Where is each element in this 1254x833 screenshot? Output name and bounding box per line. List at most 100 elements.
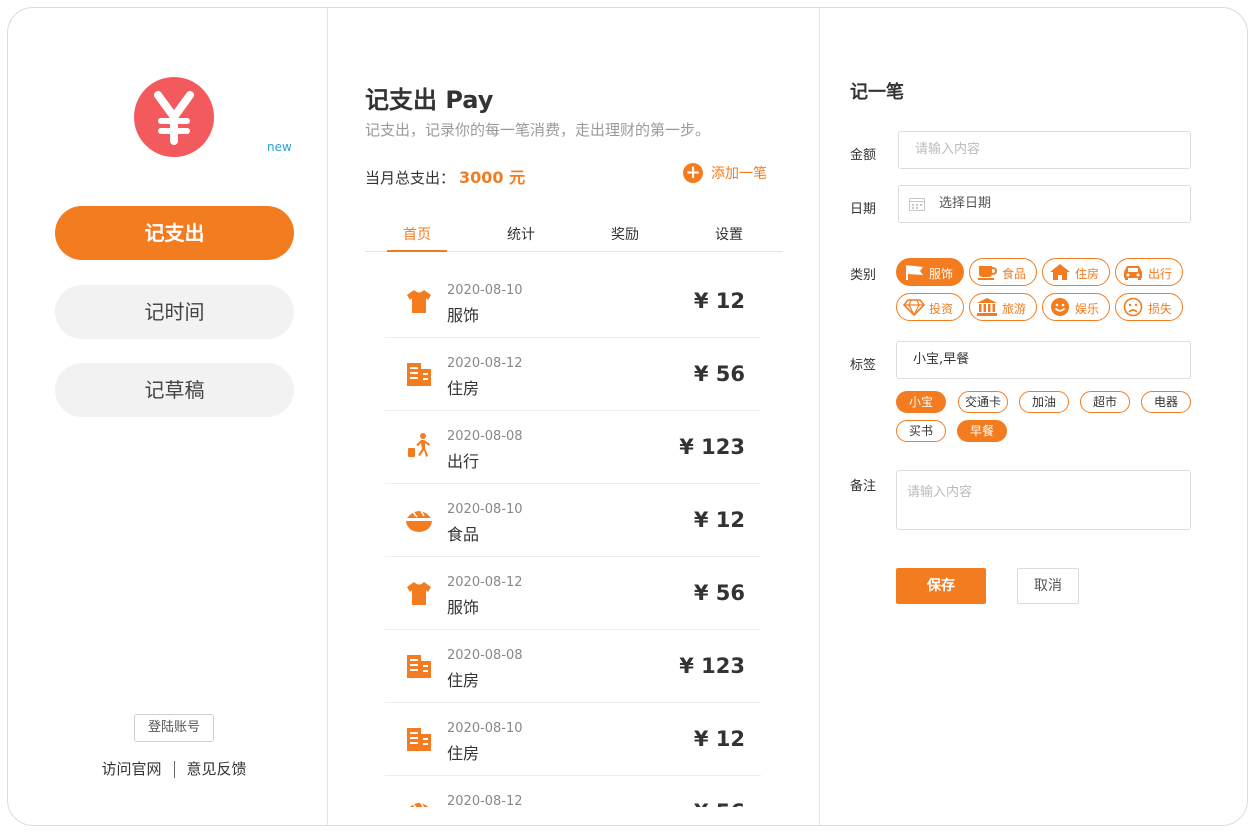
record-category: 住房 bbox=[447, 379, 480, 398]
record-row[interactable]: 2020-08-12 住房 ¥ 56 bbox=[385, 338, 761, 411]
record-row[interactable]: 2020-08-10 食品 ¥ 12 bbox=[385, 484, 761, 557]
add-record-label: 添加一笔 bbox=[711, 166, 767, 182]
page-title: 记支出 Pay bbox=[365, 86, 494, 114]
record-date: 2020-08-12 bbox=[447, 794, 523, 807]
record-category: 服饰 bbox=[447, 598, 480, 617]
diamond-icon bbox=[902, 297, 926, 317]
record-amount: ¥ 56 bbox=[693, 362, 745, 386]
tag-chip[interactable]: 电器 bbox=[1141, 391, 1191, 413]
note-textarea[interactable]: 请输入内容 bbox=[896, 470, 1191, 530]
category-chip-label: 娱乐 bbox=[1075, 302, 1100, 316]
feedback-link[interactable]: 意见反馈 bbox=[187, 760, 247, 778]
home-icon bbox=[1049, 262, 1071, 282]
main-tabs: 首页 统计 奖励 设置 bbox=[365, 222, 783, 252]
record-row[interactable]: 2020-08-08 出行 ¥ 123 bbox=[385, 411, 761, 484]
save-button[interactable]: 保存 bbox=[896, 568, 986, 604]
bank-icon bbox=[976, 297, 998, 317]
nav-record-time[interactable]: 记时间 bbox=[55, 285, 294, 339]
cup-icon bbox=[976, 262, 998, 282]
record-amount: ¥ 123 bbox=[679, 654, 745, 678]
record-amount: ¥ 56 bbox=[694, 800, 745, 807]
bowl-icon bbox=[403, 504, 435, 536]
category-chip[interactable]: 住房 bbox=[1042, 258, 1110, 286]
record-amount: ¥ 12 bbox=[693, 727, 745, 751]
building-icon bbox=[403, 358, 435, 390]
tab-home[interactable]: 首页 bbox=[365, 222, 469, 252]
record-amount: ¥ 123 bbox=[679, 435, 745, 459]
flag-icon bbox=[903, 262, 925, 282]
add-record-button[interactable]: + 添加一笔 bbox=[683, 163, 767, 183]
record-category: 住房 bbox=[447, 671, 480, 690]
month-total: 当月总支出： 3000 元 bbox=[365, 164, 525, 188]
walker-icon bbox=[403, 431, 435, 463]
category-chip-label: 出行 bbox=[1148, 267, 1173, 281]
record-date: 2020-08-08 bbox=[447, 429, 523, 444]
new-badge: new bbox=[267, 140, 292, 154]
calendar-icon bbox=[909, 198, 925, 211]
record-category: 住房 bbox=[447, 744, 480, 763]
amount-input[interactable]: 请输入内容 bbox=[898, 131, 1191, 169]
category-chip-label: 旅游 bbox=[1002, 302, 1027, 316]
page-subtitle: 记支出，记录你的每一笔消费，走出理财的第一步。 bbox=[365, 121, 711, 139]
note-label: 备注 bbox=[850, 479, 877, 494]
shirt-icon bbox=[403, 577, 435, 609]
tag-chip[interactable]: 交通卡 bbox=[958, 391, 1008, 413]
category-chip[interactable]: 出行 bbox=[1115, 258, 1183, 286]
record-row[interactable]: 2020-08-12 ¥ 56 bbox=[385, 776, 761, 807]
record-date: 2020-08-10 bbox=[447, 502, 523, 517]
category-chip-label: 食品 bbox=[1002, 267, 1027, 281]
tag-label: 标签 bbox=[850, 358, 877, 373]
record-date: 2020-08-12 bbox=[447, 356, 523, 371]
link-divider bbox=[173, 761, 175, 778]
date-label: 日期 bbox=[850, 202, 877, 217]
record-row[interactable]: 2020-08-12 服饰 ¥ 56 bbox=[385, 557, 761, 630]
building-icon bbox=[403, 650, 435, 682]
shirt-icon bbox=[403, 285, 435, 317]
record-form: 记一笔 金额 请输入内容 日期 选择日期 类别 服饰 食品 住房 出行 投资 旅游 娱乐 损失… bbox=[820, 8, 1247, 825]
record-date: 2020-08-12 bbox=[447, 575, 523, 590]
category-chip[interactable]: 损失 bbox=[1115, 293, 1183, 321]
record-row[interactable]: 2020-08-10 住房 ¥ 12 bbox=[385, 703, 761, 776]
record-amount: ¥ 12 bbox=[693, 508, 745, 532]
tag-chip[interactable]: 早餐 bbox=[957, 420, 1007, 442]
frown-icon bbox=[1122, 297, 1144, 317]
month-total-label: 当月总支出： bbox=[365, 169, 456, 187]
login-button[interactable]: 登陆账号 bbox=[134, 714, 214, 742]
smile-icon bbox=[1049, 297, 1071, 317]
nav-record-expense[interactable]: 记支出 bbox=[55, 206, 294, 260]
tab-rewards[interactable]: 奖励 bbox=[573, 222, 677, 251]
category-label: 类别 bbox=[850, 268, 877, 283]
tag-chip[interactable]: 小宝 bbox=[896, 391, 946, 413]
category-chip[interactable]: 服饰 bbox=[896, 258, 964, 286]
tag-input[interactable]: 小宝,早餐 bbox=[896, 341, 1191, 379]
category-chip-label: 损失 bbox=[1148, 302, 1173, 316]
app-window: new 记支出 记时间 记草稿 登陆账号 访问官网 意见反馈 记支出 Pay 记支… bbox=[7, 7, 1248, 826]
yuan-logo-icon bbox=[134, 77, 214, 157]
tag-chip[interactable]: 超市 bbox=[1080, 391, 1130, 413]
left-sidebar: new 记支出 记时间 记草稿 登陆账号 访问官网 意见反馈 bbox=[8, 8, 328, 825]
record-date: 2020-08-10 bbox=[447, 721, 523, 736]
expense-panel: 记支出 Pay 记支出，记录你的每一笔消费，走出理财的第一步。 当月总支出： 30… bbox=[328, 8, 820, 825]
category-chip-label: 投资 bbox=[929, 302, 954, 316]
record-row[interactable]: 2020-08-10 服饰 ¥ 12 bbox=[385, 265, 761, 338]
car-icon bbox=[1122, 262, 1144, 282]
record-amount: ¥ 56 bbox=[693, 581, 745, 605]
record-date: 2020-08-08 bbox=[447, 648, 523, 663]
tag-chip[interactable]: 加油 bbox=[1019, 391, 1069, 413]
cancel-button[interactable]: 取消 bbox=[1017, 568, 1079, 604]
tab-settings[interactable]: 设置 bbox=[677, 222, 781, 251]
category-chip[interactable]: 娱乐 bbox=[1042, 293, 1110, 321]
category-chip[interactable]: 旅游 bbox=[969, 293, 1037, 321]
record-category: 出行 bbox=[447, 452, 480, 471]
category-chip[interactable]: 食品 bbox=[969, 258, 1037, 286]
tag-chip[interactable]: 买书 bbox=[896, 420, 946, 442]
record-amount: ¥ 12 bbox=[693, 289, 745, 313]
nav-record-draft[interactable]: 记草稿 bbox=[55, 363, 294, 417]
plus-circle-icon: + bbox=[683, 163, 703, 183]
tab-stats[interactable]: 统计 bbox=[469, 222, 573, 251]
category-chip-label: 服饰 bbox=[929, 267, 954, 281]
visit-site-link[interactable]: 访问官网 bbox=[101, 760, 161, 778]
date-picker[interactable]: 选择日期 bbox=[898, 185, 1191, 223]
category-chip[interactable]: 投资 bbox=[896, 293, 964, 321]
record-row[interactable]: 2020-08-08 住房 ¥ 123 bbox=[385, 630, 761, 703]
